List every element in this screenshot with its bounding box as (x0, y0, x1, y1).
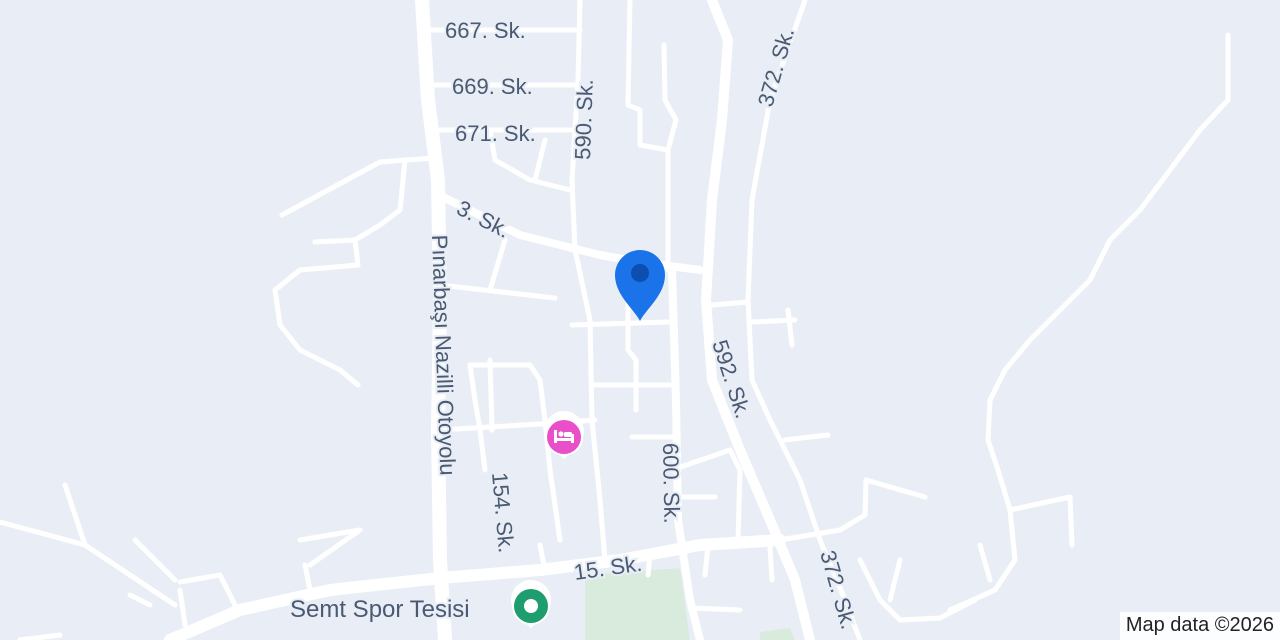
street-label-667: 667. Sk. (445, 18, 526, 43)
street-label-590: 590. Sk. (570, 79, 598, 161)
map-attribution: Map data ©2026 (1119, 612, 1280, 640)
location-pin-icon (631, 264, 649, 282)
street-label-600: 600. Sk. (658, 443, 684, 524)
map-canvas[interactable]: 667. Sk. 669. Sk. 671. Sk. 590. Sk. 372.… (0, 0, 1280, 640)
poi-label-sports[interactable]: Semt Spor Tesisi (288, 594, 472, 625)
street-label-669: 669. Sk. (452, 74, 533, 99)
sports-facility-icon (524, 599, 538, 613)
street-label-671: 671. Sk. (455, 121, 536, 146)
